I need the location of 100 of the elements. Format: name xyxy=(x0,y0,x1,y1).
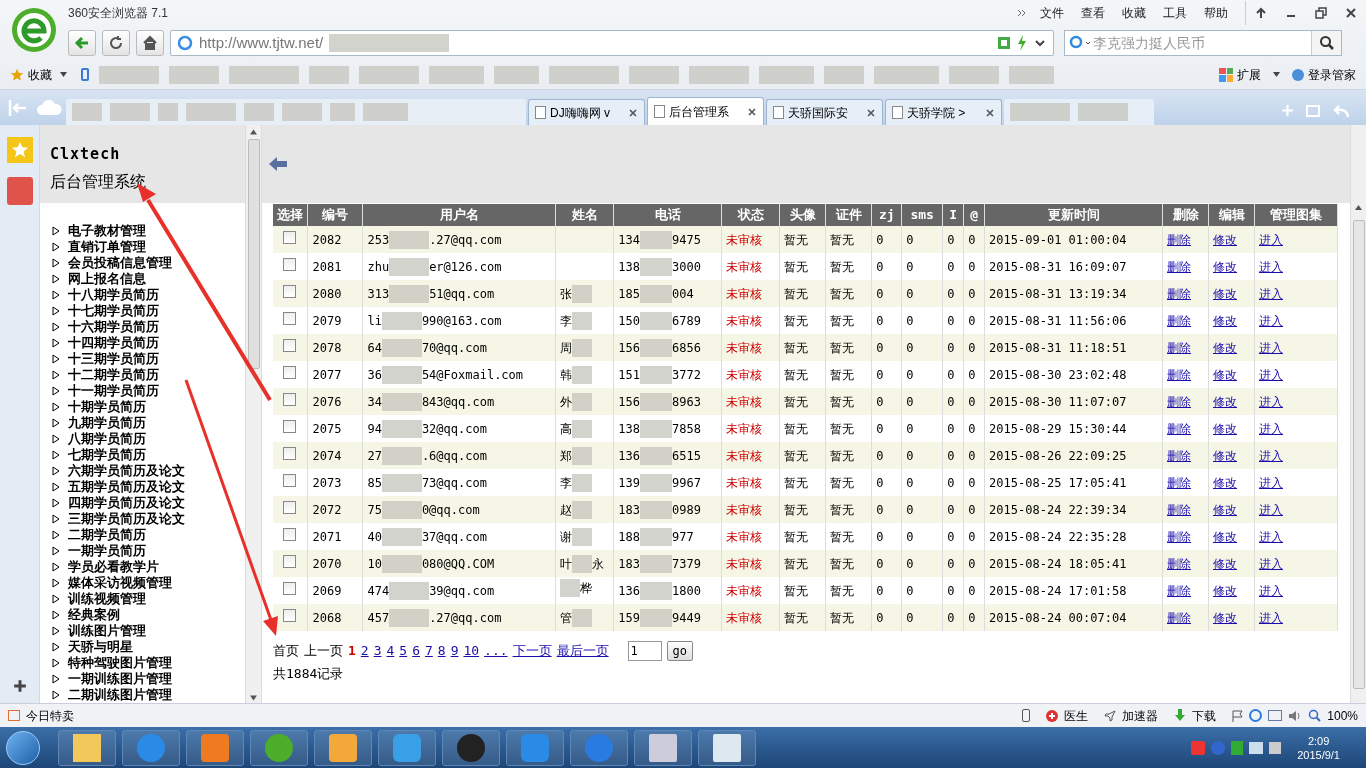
enter-link[interactable]: 进入 xyxy=(1259,313,1283,328)
row-checkbox[interactable] xyxy=(283,311,296,325)
enter-link[interactable]: 进入 xyxy=(1259,421,1283,436)
lightning-icon[interactable] xyxy=(1017,35,1027,51)
close-tab-icon[interactable] xyxy=(628,107,638,118)
browser-tab[interactable]: 天骄学院 > xyxy=(885,99,1002,125)
edit-link[interactable]: 修改 xyxy=(1213,556,1237,571)
home-icon[interactable] xyxy=(142,35,158,51)
download-button[interactable]: 下载 xyxy=(1192,706,1217,725)
scroll-up-icon[interactable] xyxy=(1355,205,1362,210)
enter-link[interactable]: 进入 xyxy=(1259,610,1283,625)
edit-link[interactable]: 修改 xyxy=(1213,448,1237,463)
star-icon[interactable] xyxy=(10,141,29,159)
search-box[interactable]: 李克强力挺人民币 xyxy=(1064,30,1342,56)
caret-icon[interactable] xyxy=(1273,72,1280,77)
enter-link[interactable]: 进入 xyxy=(1259,340,1283,355)
page-link[interactable]: 6 xyxy=(412,641,420,661)
edit-link[interactable]: 修改 xyxy=(1213,502,1237,517)
edit-link[interactable]: 修改 xyxy=(1213,583,1237,598)
page-link[interactable]: 8 xyxy=(437,641,446,661)
caret-icon[interactable] xyxy=(60,72,67,77)
back-arrow-icon[interactable] xyxy=(268,156,288,172)
enter-link[interactable]: 进入 xyxy=(1259,259,1283,274)
doctor-button[interactable]: 医生 xyxy=(1064,706,1089,725)
row-checkbox[interactable] xyxy=(283,527,296,541)
scroll-down-icon[interactable] xyxy=(250,693,257,703)
delete-link[interactable]: 删除 xyxy=(1167,610,1192,625)
scroll-up-icon[interactable] xyxy=(250,127,257,137)
row-checkbox[interactable] xyxy=(283,230,296,244)
menu-item[interactable]: 查看 xyxy=(1081,4,1105,22)
delete-link[interactable]: 删除 xyxy=(1167,340,1192,355)
edit-link[interactable]: 修改 xyxy=(1213,232,1237,247)
edit-link[interactable]: 修改 xyxy=(1213,340,1237,355)
enter-link[interactable]: 进入 xyxy=(1259,502,1283,517)
edit-link[interactable]: 修改 xyxy=(1213,475,1237,490)
enter-link[interactable]: 进入 xyxy=(1259,448,1283,463)
row-checkbox[interactable] xyxy=(283,500,296,514)
zoom-icon[interactable] xyxy=(1308,709,1322,722)
page-link[interactable]: 10 xyxy=(463,641,480,661)
page-link[interactable]: 3 xyxy=(373,641,382,661)
page-link[interactable]: 9 xyxy=(450,641,459,661)
extensions-button[interactable]: 扩展 xyxy=(1237,65,1261,84)
row-checkbox[interactable] xyxy=(283,446,296,460)
enter-link[interactable]: 进入 xyxy=(1259,529,1283,544)
edit-link[interactable]: 修改 xyxy=(1213,394,1237,409)
menu-item[interactable]: 文件 xyxy=(1040,4,1064,22)
qr-code-icon[interactable] xyxy=(997,36,1011,50)
zoom-level[interactable]: 100% xyxy=(1327,706,1358,725)
address-bar[interactable]: http://www.tjtw.net/ xyxy=(170,30,1054,56)
page-input[interactable]: 1 xyxy=(627,641,662,661)
daily-deals-link[interactable]: 今日特卖 xyxy=(26,706,74,725)
menu-item[interactable]: 工具 xyxy=(1163,4,1187,22)
delete-link[interactable]: 删除 xyxy=(1167,259,1192,274)
browser-tab[interactable]: 后台管理系 xyxy=(647,97,764,125)
enter-link[interactable]: 进入 xyxy=(1259,367,1283,382)
delete-link[interactable]: 删除 xyxy=(1167,529,1192,544)
sidebar-scrollbar[interactable] xyxy=(245,125,262,703)
ie-icon[interactable] xyxy=(1249,709,1263,722)
edit-link[interactable]: 修改 xyxy=(1213,367,1237,382)
page-scrollbar[interactable] xyxy=(1350,125,1366,703)
enter-link[interactable]: 进入 xyxy=(1259,556,1283,571)
browser-tab[interactable]: DJ嗨嗨网 v xyxy=(528,99,645,125)
delete-link[interactable]: 删除 xyxy=(1167,313,1192,328)
enter-link[interactable]: 进入 xyxy=(1259,232,1283,247)
edit-link[interactable]: 修改 xyxy=(1213,313,1237,328)
edit-link[interactable]: 修改 xyxy=(1213,286,1237,301)
accelerator-button[interactable]: 加速器 xyxy=(1122,706,1159,725)
enter-link[interactable]: 进入 xyxy=(1259,583,1283,598)
search-button[interactable] xyxy=(1311,31,1341,55)
row-checkbox[interactable] xyxy=(283,257,296,271)
row-checkbox[interactable] xyxy=(283,392,296,406)
close-tab-icon[interactable] xyxy=(747,106,757,117)
page-link[interactable]: 4 xyxy=(386,641,395,661)
delete-link[interactable]: 删除 xyxy=(1167,232,1192,247)
row-checkbox[interactable] xyxy=(283,581,296,595)
more-icon[interactable] xyxy=(1017,9,1026,17)
row-checkbox[interactable] xyxy=(283,338,296,352)
search-icon[interactable] xyxy=(1318,35,1335,51)
menu-item[interactable]: 收藏 xyxy=(1122,4,1146,22)
row-checkbox[interactable] xyxy=(283,419,296,433)
enter-link[interactable]: 进入 xyxy=(1259,475,1283,490)
delete-link[interactable]: 删除 xyxy=(1167,556,1192,571)
row-checkbox[interactable] xyxy=(283,284,296,298)
page-link[interactable]: ... xyxy=(484,641,508,661)
last-page-link[interactable]: 最后一页 xyxy=(556,641,609,661)
delete-link[interactable]: 删除 xyxy=(1167,475,1192,490)
next-page-link[interactable]: 下一页 xyxy=(512,641,552,661)
page-link[interactable]: 2 xyxy=(360,641,369,661)
search-field[interactable]: 李克强力挺人民币 xyxy=(1093,32,1311,54)
login-manager-button[interactable]: 登录管家 xyxy=(1308,65,1356,84)
delete-link[interactable]: 删除 xyxy=(1167,502,1192,517)
page-link[interactable]: 1 xyxy=(348,641,356,661)
start-button[interactable] xyxy=(6,730,40,765)
row-checkbox[interactable] xyxy=(283,365,296,379)
close-tab-icon[interactable] xyxy=(866,107,876,118)
delete-link[interactable]: 删除 xyxy=(1167,286,1192,301)
row-checkbox[interactable] xyxy=(283,608,296,622)
row-checkbox[interactable] xyxy=(283,473,296,487)
delete-link[interactable]: 删除 xyxy=(1167,448,1192,463)
restore-icon[interactable] xyxy=(1314,6,1328,20)
